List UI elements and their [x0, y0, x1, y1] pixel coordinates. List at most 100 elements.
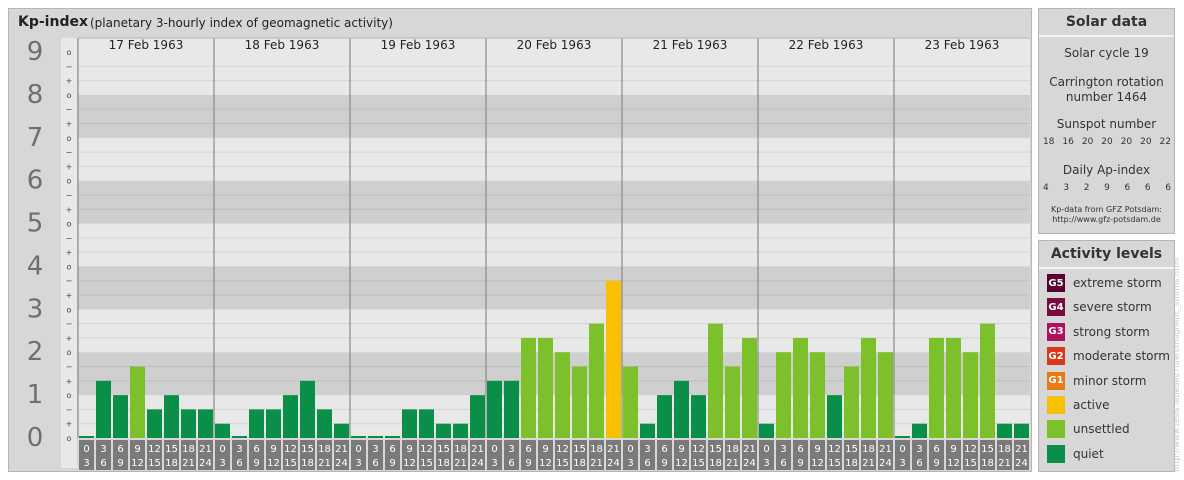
hour-start-label: 3: [236, 444, 242, 455]
level-label: unsettled: [1073, 422, 1130, 437]
hour-start-label: 18: [726, 444, 739, 455]
kp-bar: [555, 352, 570, 438]
minor-tick-label: −: [66, 62, 73, 71]
kp-bar: [147, 409, 162, 438]
minor-tick-label: +: [66, 420, 73, 429]
hour-end-label: 24: [335, 458, 348, 469]
hour-end-label: 6: [100, 458, 106, 469]
minor-tick-label: o: [67, 48, 72, 57]
kp-bar: [368, 436, 383, 438]
kp-band-2: [78, 309, 1030, 353]
kp-bar: [708, 323, 723, 438]
hour-end-label: 9: [389, 458, 395, 469]
hour-start-label: 12: [828, 444, 841, 455]
hour-end-label: 18: [709, 458, 722, 469]
hour-end-label: 18: [301, 458, 314, 469]
kp-bar: [266, 409, 281, 438]
y-tick-label: 2: [27, 337, 44, 367]
hour-start-label: 15: [981, 444, 994, 455]
kp-bar: [606, 280, 621, 438]
hour-start-label: 21: [879, 444, 892, 455]
hour-end-label: 12: [675, 458, 688, 469]
kp-bar: [572, 366, 587, 438]
hour-start-label: 0: [219, 444, 225, 455]
kp-bar: [657, 395, 672, 438]
hour-end-label: 12: [811, 458, 824, 469]
kp-bar: [436, 423, 451, 438]
hour-start-label: 21: [743, 444, 756, 455]
y-tick-label: 1: [27, 380, 44, 410]
hour-start-label: 9: [406, 444, 412, 455]
hour-start-label: 21: [1015, 444, 1028, 455]
hour-end-label: 3: [491, 458, 497, 469]
kp-bar: [895, 436, 910, 438]
ap-value-0: 4: [1043, 183, 1049, 193]
kp-bar: [283, 395, 298, 438]
solar-data-heading: Solar data: [1039, 9, 1174, 37]
hour-end-label: 18: [981, 458, 994, 469]
watermark: http://www.tesis.lebedev.ru/en/magnetic_…: [1172, 257, 1181, 472]
hour-end-label: 18: [845, 458, 858, 469]
day-label: 17 Feb 1963: [109, 38, 184, 52]
kp-bar: [963, 352, 978, 438]
hour-start-label: 9: [542, 444, 548, 455]
hour-end-label: 24: [471, 458, 484, 469]
minor-tick-label: −: [66, 234, 73, 243]
hour-start-label: 9: [678, 444, 684, 455]
minor-tick-label: +: [66, 119, 73, 128]
hour-end-label: 18: [573, 458, 586, 469]
level-swatch: G1: [1047, 371, 1065, 390]
hour-start-label: 21: [335, 444, 348, 455]
hour-end-label: 3: [763, 458, 769, 469]
kp-bar: [215, 423, 230, 438]
hour-end-label: 21: [590, 458, 603, 469]
kp-bar: [419, 409, 434, 438]
hour-start-label: 3: [780, 444, 786, 455]
kp-bar: [504, 380, 519, 438]
hour-end-label: 6: [780, 458, 786, 469]
hour-start-label: 15: [437, 444, 450, 455]
activity-level-severe-storm: G4 severe storm: [1047, 298, 1152, 317]
hour-end-label: 9: [253, 458, 259, 469]
kp-band-7: [78, 94, 1030, 138]
sunspot-value-1: 16: [1062, 137, 1074, 147]
hour-start-label: 18: [862, 444, 875, 455]
kp-bar: [79, 436, 94, 438]
minor-tick-label: +: [66, 77, 73, 86]
hour-start-label: 6: [117, 444, 123, 455]
kp-bar: [198, 409, 213, 438]
hour-start-label: 6: [797, 444, 803, 455]
kp-bar: [1014, 423, 1029, 438]
hour-start-label: 15: [165, 444, 178, 455]
hour-start-label: 6: [389, 444, 395, 455]
kp-bar: [130, 366, 145, 438]
minor-tick-label: o: [67, 348, 72, 357]
kp-bar: [827, 395, 842, 438]
hour-start-label: 3: [508, 444, 514, 455]
hour-start-label: 21: [199, 444, 212, 455]
hour-start-label: 18: [998, 444, 1011, 455]
kp-bar: [470, 395, 485, 438]
kp-bar: [589, 323, 604, 438]
minor-tick-label: o: [67, 391, 72, 400]
hour-start-label: 15: [709, 444, 722, 455]
hour-start-label: 18: [182, 444, 195, 455]
kp-bar: [334, 423, 349, 438]
hour-start-label: 18: [454, 444, 467, 455]
hour-end-label: 12: [267, 458, 280, 469]
hour-start-label: 6: [661, 444, 667, 455]
ap-value-3: 9: [1104, 183, 1110, 193]
hour-end-label: 9: [661, 458, 667, 469]
hour-end-label: 15: [692, 458, 705, 469]
y-tick-label: 7: [27, 123, 44, 153]
kp-bar: [742, 337, 757, 438]
kp-bar: [759, 423, 774, 438]
kp-bar: [912, 423, 927, 438]
hour-end-label: 3: [83, 458, 89, 469]
hour-end-label: 24: [879, 458, 892, 469]
kp-bar: [793, 337, 808, 438]
hour-start-label: 3: [372, 444, 378, 455]
minor-tick-label: −: [66, 191, 73, 200]
hour-end-label: 6: [372, 458, 378, 469]
level-label: active: [1073, 398, 1110, 412]
